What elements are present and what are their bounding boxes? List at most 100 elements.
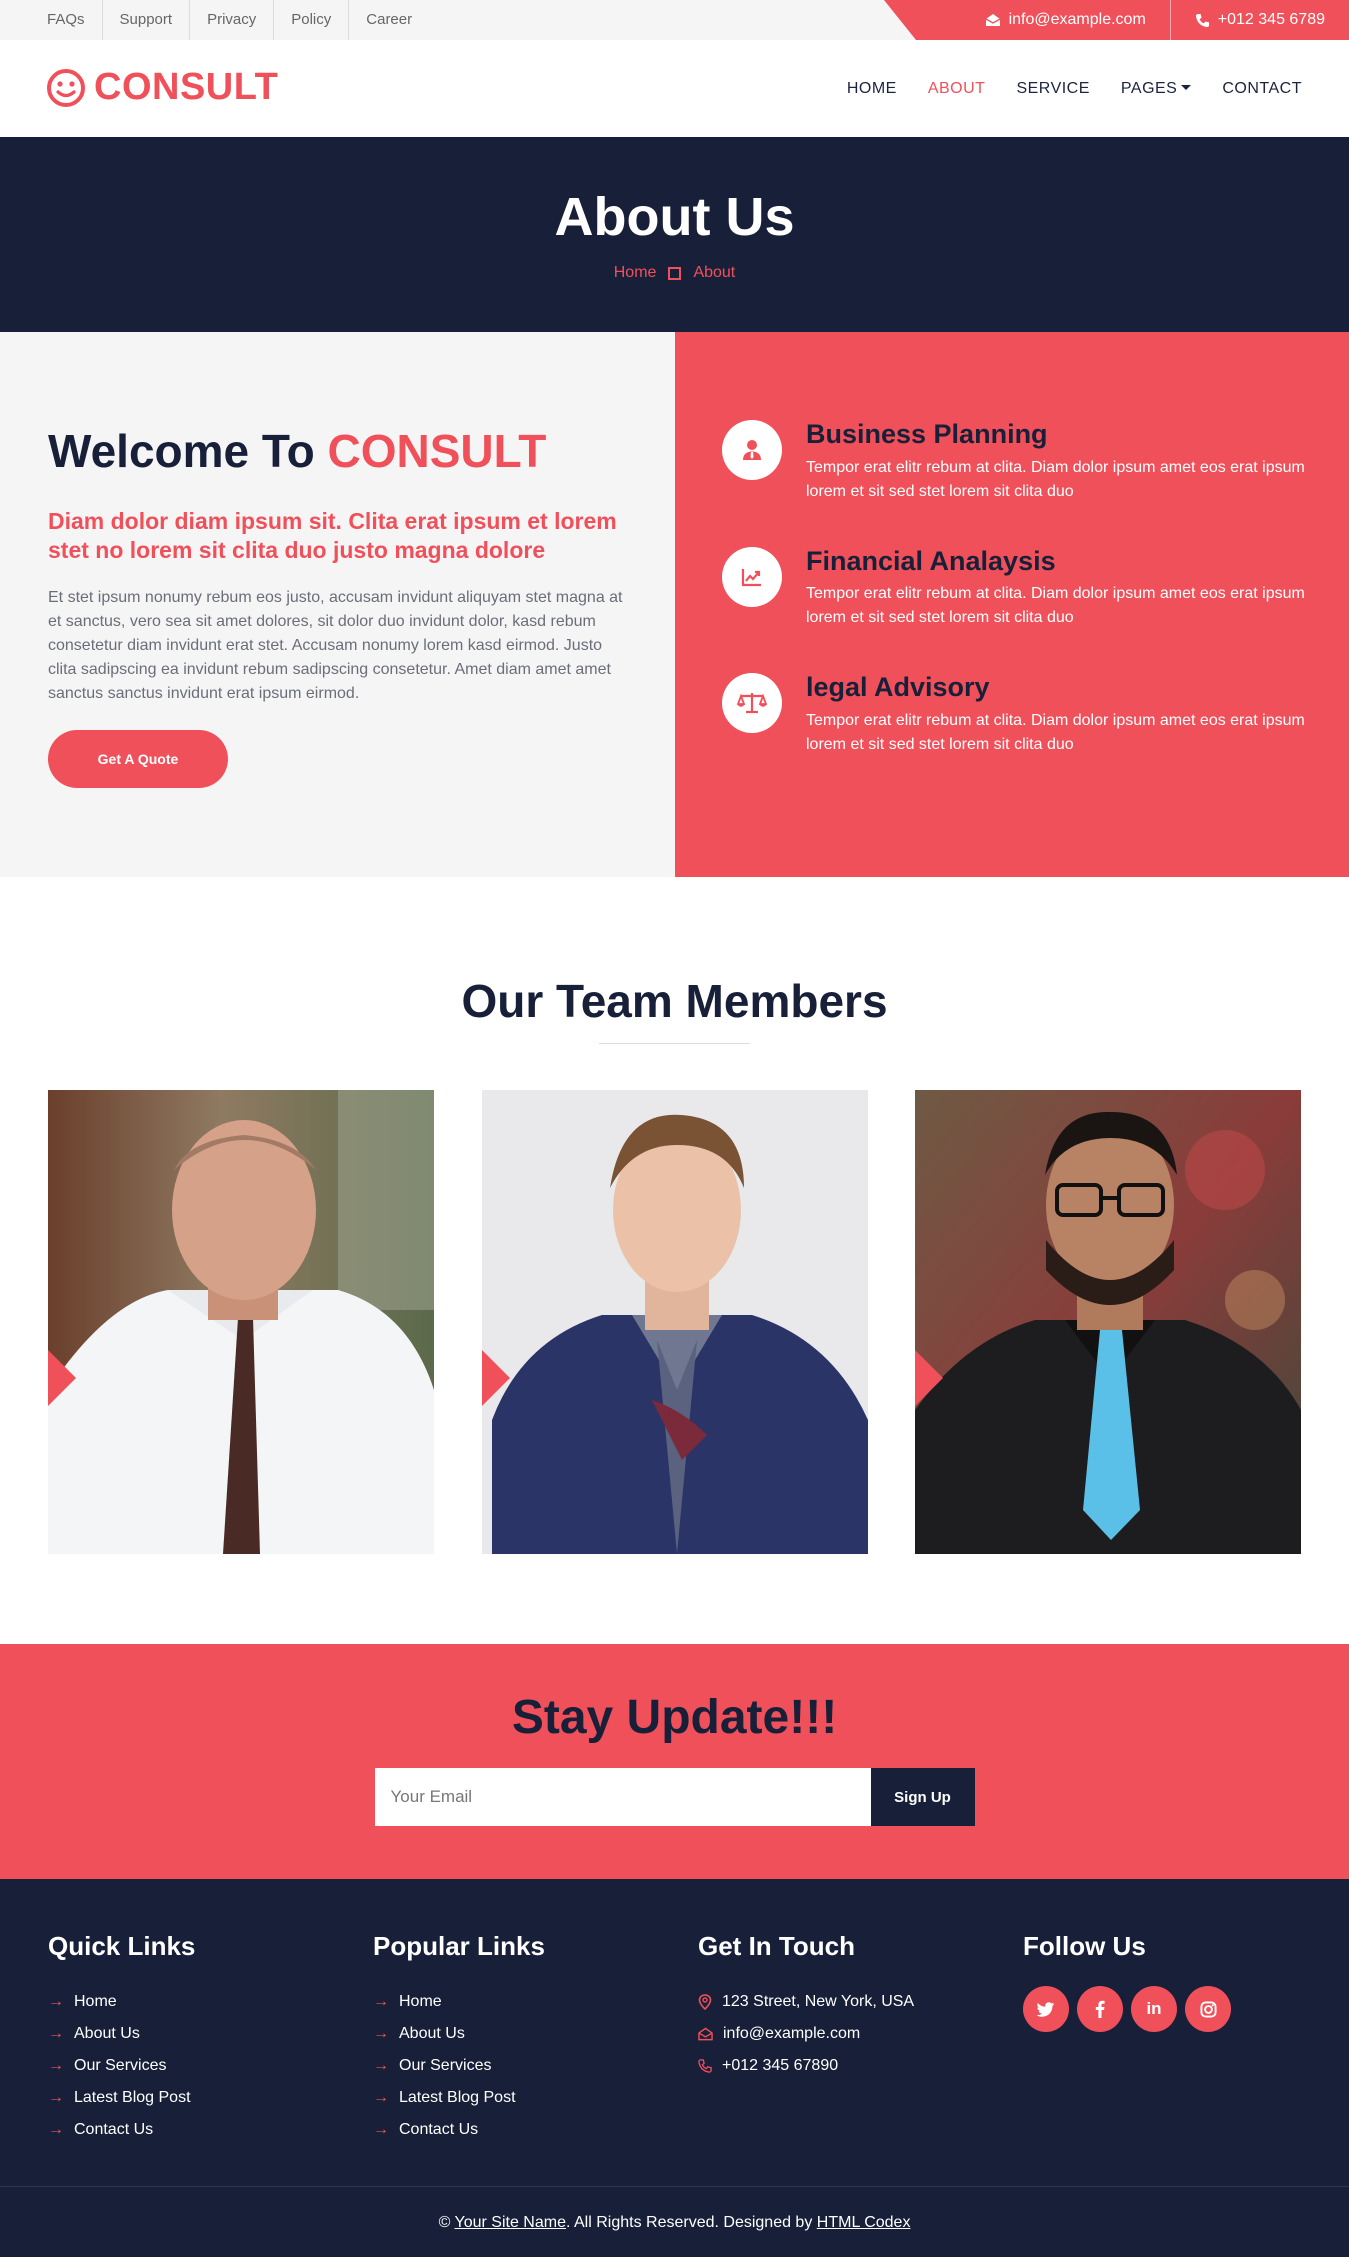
topbar-phone[interactable]: +012 345 6789 — [1169, 0, 1349, 40]
topbar-link-support[interactable]: Support — [103, 0, 191, 40]
footer-heading: Popular Links — [373, 1931, 545, 1961]
footer-link[interactable]: → About Us — [373, 2018, 545, 2050]
social-links: in — [1023, 1986, 1231, 2032]
about-section: Welcome To CONSULT Diam dolor diam ipsum… — [0, 332, 1349, 877]
phone-icon — [1195, 13, 1209, 27]
breadcrumb-about[interactable]: About — [693, 264, 735, 282]
arrow-right-icon: → — [373, 1993, 389, 2010]
arrow-right-icon: → — [48, 1993, 64, 2010]
smile-icon — [47, 68, 85, 107]
footer-link-label: Contact Us — [399, 2121, 479, 2138]
service-text: Tempor erat elitr rebum at clita. Diam d… — [806, 585, 1305, 627]
footer-address: 123 Street, New York, USA — [698, 1986, 914, 2018]
breadcrumb-home[interactable]: Home — [614, 264, 657, 282]
footer-link-label: Home — [74, 1993, 117, 2010]
nav-home[interactable]: HOME — [847, 80, 897, 98]
topbar-link-policy[interactable]: Policy — [274, 0, 350, 40]
footer-link[interactable]: → Home — [373, 1986, 545, 2018]
topbar-email-text: info@example.com — [1008, 11, 1146, 28]
twitter-icon[interactable] — [1023, 1986, 1069, 2032]
team-member-photo[interactable] — [482, 1090, 868, 1554]
footer-link[interactable]: → Our Services — [48, 2050, 195, 2082]
topbar-link-career[interactable]: Career — [349, 0, 429, 40]
footer-link-label: About Us — [74, 2025, 140, 2042]
footer-get-in-touch: Get In Touch 123 Street, New York, USA i… — [698, 1931, 914, 2082]
footer-phone[interactable]: +012 345 67890 — [698, 2050, 914, 2082]
service-item: Business Planning Tempor erat elitr rebu… — [722, 419, 1309, 504]
arrow-right-icon: → — [373, 2025, 389, 2042]
get-quote-button[interactable]: Get A Quote — [48, 730, 228, 789]
service-title: Business Planning — [806, 419, 1048, 449]
title-divider — [599, 1043, 750, 1044]
footer-link[interactable]: → Home — [48, 1986, 195, 2018]
site-name-link[interactable]: Your Site Name — [455, 2214, 566, 2231]
footer-popular-links: Popular Links → Home → About Us → Our Servi… — [373, 1931, 545, 2146]
topbar-link-privacy[interactable]: Privacy — [190, 0, 275, 40]
designer-link[interactable]: HTML Codex — [817, 2214, 911, 2231]
accent-triangle — [48, 1350, 76, 1406]
nav-about[interactable]: ABOUT — [928, 80, 986, 98]
about-body: Et stet ipsum nonumy rebum eos justo, ac… — [48, 589, 623, 703]
newsletter-form: Your Email Sign Up — [374, 1768, 975, 1826]
topbar-phone-text: +012 345 6789 — [1217, 11, 1325, 28]
footer-heading: Follow Us — [1023, 1931, 1146, 1961]
footer-heading: Quick Links — [48, 1931, 196, 1961]
brand-logo[interactable]: CONSULT — [46, 66, 278, 109]
about-title-prefix: Welcome To — [48, 425, 315, 477]
email-input[interactable]: Your Email — [374, 1768, 871, 1826]
navbar: CONSULT HOME ABOUT SERVICE PAGES CONTACT — [0, 40, 1349, 137]
footer: Quick Links → Home → About Us → Our Service… — [0, 1879, 1349, 2186]
page-title: About Us — [554, 187, 795, 247]
nav-contact[interactable]: CONTACT — [1222, 80, 1302, 98]
footer-phone-text: +012 345 67890 — [722, 2057, 839, 2074]
service-title: legal Advisory — [806, 672, 990, 703]
team-section: Our Team Members — [0, 877, 1349, 1644]
service-item: legal Advisory Tempor erat elitr rebum a… — [722, 673, 1309, 757]
user-tie-icon — [722, 420, 782, 480]
arrow-right-icon: → — [373, 2121, 389, 2138]
about-intro: Welcome To CONSULT Diam dolor diam ipsum… — [0, 332, 675, 877]
footer-link[interactable]: → Contact Us — [373, 2114, 545, 2146]
team-member-photo[interactable] — [915, 1090, 1301, 1554]
footer-link[interactable]: → About Us — [48, 2018, 195, 2050]
footer-link-label: Contact Us — [74, 2121, 154, 2138]
footer-link[interactable]: → Latest Blog Post — [373, 2082, 545, 2114]
instagram-icon[interactable] — [1185, 1986, 1231, 2032]
footer-email[interactable]: info@example.com — [698, 2018, 914, 2050]
about-subtitle: Diam dolor diam ipsum sit. Clita erat ip… — [48, 507, 617, 564]
nav-service[interactable]: SERVICE — [1016, 80, 1089, 98]
team-member-image — [48, 1090, 434, 1554]
footer-link[interactable]: → Our Services — [373, 2050, 545, 2082]
footer-link-label: Latest Blog Post — [399, 2089, 516, 2106]
newsletter-title: Stay Update!!! — [511, 1691, 838, 1744]
arrow-right-icon: → — [48, 2089, 64, 2106]
accent-triangle — [482, 1350, 510, 1406]
facebook-icon[interactable] — [1077, 1986, 1123, 2032]
footer-email-text: info@example.com — [723, 2025, 861, 2042]
service-title: Financial Analaysis — [806, 545, 1056, 576]
footer-heading: Get In Touch — [698, 1931, 855, 1961]
team-member-photo[interactable] — [48, 1090, 434, 1554]
nav-pages[interactable]: PAGES — [1120, 79, 1192, 98]
team-title: Our Team Members — [461, 975, 888, 1027]
linkedin-icon[interactable]: in — [1131, 1986, 1177, 2032]
service-item: Financial Analaysis Tempor erat elitr re… — [722, 545, 1309, 631]
about-title: Welcome To CONSULT — [48, 426, 627, 477]
service-text: Tempor erat elitr rebum at clita. Diam d… — [806, 458, 1305, 500]
newsletter-section: Stay Update!!! Your Email Sign Up — [0, 1644, 1349, 1879]
page-header: About Us Home About — [0, 137, 1349, 332]
team-member-image — [482, 1090, 868, 1554]
arrow-right-icon: → — [48, 2121, 64, 2138]
nav-pages-label: PAGES — [1120, 79, 1178, 97]
sign-up-button[interactable]: Sign Up — [870, 1768, 975, 1826]
footer-link-label: Home — [399, 1993, 442, 2010]
map-marker-icon — [698, 1994, 712, 2010]
arrow-right-icon: → — [48, 2025, 64, 2042]
footer-link[interactable]: → Contact Us — [48, 2114, 195, 2146]
arrow-right-icon: → — [373, 2089, 389, 2106]
arrow-right-icon: → — [48, 2057, 64, 2074]
topbar-link-faqs[interactable]: FAQs — [30, 0, 103, 40]
topbar-email[interactable]: info@example.com — [961, 0, 1170, 40]
footer-link-label: Latest Blog Post — [74, 2089, 191, 2106]
footer-link[interactable]: → Latest Blog Post — [48, 2082, 195, 2114]
